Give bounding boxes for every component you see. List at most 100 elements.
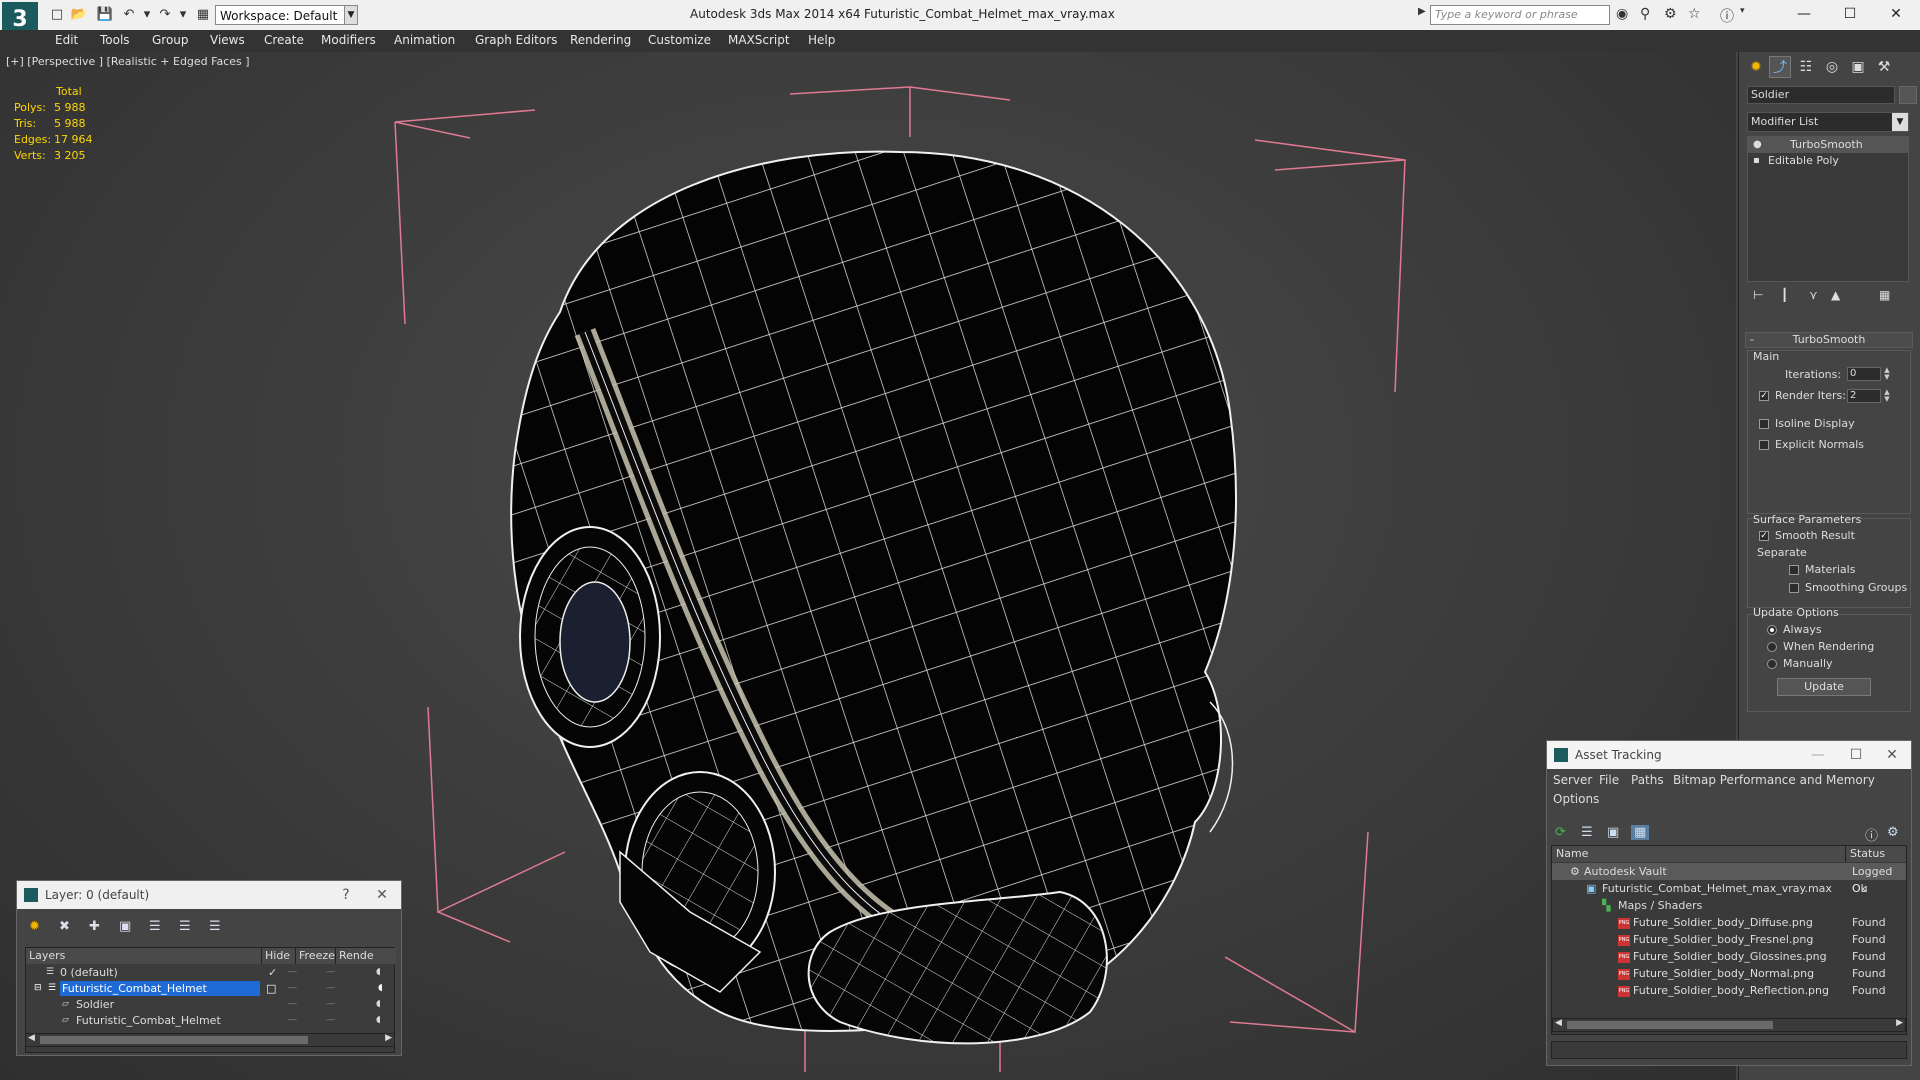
column-header-layers[interactable]: Layers — [26, 948, 262, 964]
settings-icon[interactable]: ⚙ — [1887, 825, 1899, 840]
menu-file[interactable]: File — [1599, 773, 1619, 787]
asset-path-field[interactable] — [1551, 1041, 1907, 1059]
collapse-icon[interactable]: ⊟ — [32, 981, 44, 996]
render-iters-checkbox[interactable]: ✓ — [1759, 391, 1769, 401]
renderable-teapot-icon[interactable]: ◖ — [376, 1013, 381, 1028]
asset-horizontal-scrollbar[interactable]: ◀ ▶ — [1552, 1018, 1906, 1032]
column-header-hide[interactable]: Hide — [262, 948, 296, 964]
scrollbar-thumb[interactable] — [1567, 1021, 1773, 1029]
highlight-selected-icon[interactable]: ☰ — [149, 919, 161, 934]
expand-plus-icon[interactable]: ▪ — [1753, 153, 1760, 169]
isoline-display-checkbox[interactable] — [1759, 419, 1769, 429]
asset-tracking-titlebar[interactable]: Asset Tracking — ☐ ✕ — [1547, 741, 1911, 769]
asset-row[interactable]: PNG Future_Soldier_body_Diffuse.png Found — [1552, 914, 1906, 931]
menu-maxscript[interactable]: MAXScript — [728, 33, 790, 47]
asset-row[interactable]: ⚙ Autodesk Vault Logged Ou — [1552, 863, 1906, 895]
menu-group[interactable]: Group — [152, 33, 189, 47]
modify-tab-icon[interactable]: ⤴ — [1769, 56, 1791, 78]
when-rendering-radio[interactable] — [1767, 642, 1777, 652]
smooth-result-checkbox[interactable]: ✓ — [1759, 531, 1769, 541]
menu-views[interactable]: Views — [210, 33, 245, 47]
layer-row[interactable]: ▱ Soldier — — ◖ — [26, 997, 394, 1012]
menu-tools[interactable]: Tools — [100, 33, 130, 47]
menu-paths[interactable]: Paths — [1631, 773, 1664, 787]
scroll-left-icon[interactable]: ◀ — [1555, 1018, 1562, 1028]
communication-center-icon[interactable]: ⚙ — [1664, 6, 1677, 22]
explicit-normals-checkbox[interactable] — [1759, 440, 1769, 450]
menu-help[interactable]: Help — [808, 33, 835, 47]
undo-icon[interactable]: ↶ — [120, 6, 138, 24]
menu-rendering[interactable]: Rendering — [570, 33, 631, 47]
turbosmooth-rollout-header[interactable]: - TurboSmooth — [1745, 332, 1913, 348]
layer-panel-close-icon[interactable]: ✕ — [367, 881, 397, 909]
hide-all-layers-icon[interactable]: ☰ — [179, 919, 191, 934]
asset-row[interactable]: PNG Future_Soldier_body_Glossines.png Fou… — [1552, 948, 1906, 965]
add-to-layer-icon[interactable]: ✚ — [89, 919, 100, 934]
menu-customize[interactable]: Customize — [648, 33, 711, 47]
configure-modifier-sets-icon[interactable]: ▦ — [1879, 288, 1890, 302]
layer-row[interactable]: ⊟ ☰ Futuristic_Combat_Helmet □ — — ◖ — [26, 981, 394, 996]
asset-row[interactable]: PNG Future_Soldier_body_Fresnel.png Found — [1552, 931, 1906, 948]
stack-item-turbosmooth[interactable]: ● TurboSmooth — [1748, 137, 1908, 153]
manually-radio[interactable] — [1767, 659, 1777, 669]
help-dropdown-icon[interactable]: ▾ — [1740, 6, 1745, 16]
table-view-icon[interactable]: ▦ — [1631, 825, 1650, 840]
renderable-teapot-icon[interactable]: ◖ — [376, 981, 385, 996]
menu-options[interactable]: Options — [1553, 792, 1599, 806]
new-layer-icon[interactable]: ✹ — [29, 919, 40, 934]
binoculars-icon[interactable]: ◉ — [1616, 6, 1628, 22]
column-header-render[interactable]: Rende — [336, 948, 396, 964]
help-button[interactable]: ? — [331, 881, 361, 909]
object-name-field[interactable]: Soldier — [1747, 86, 1895, 104]
stack-item-editable-poly[interactable]: ▪ Editable Poly — [1748, 153, 1908, 169]
iterations-spinner[interactable]: 0 — [1847, 367, 1881, 381]
hierarchy-tab-icon[interactable]: ☷ — [1795, 56, 1817, 78]
display-tab-icon[interactable]: ▣ — [1847, 56, 1869, 78]
column-header-status[interactable]: Status — [1846, 846, 1906, 862]
save-icon[interactable]: 💾 — [96, 6, 114, 24]
layer-panel-titlebar[interactable]: Layer: 0 (default) ? ✕ — [17, 881, 401, 909]
motion-tab-icon[interactable]: ◎ — [1821, 56, 1843, 78]
menu-edit[interactable]: Edit — [55, 33, 78, 47]
layer-horizontal-scrollbar[interactable]: ◀ ▶ — [25, 1033, 395, 1047]
remove-modifier-icon[interactable]: ▲ — [1831, 288, 1840, 302]
utilities-tab-icon[interactable]: ⚒ — [1873, 56, 1895, 78]
workspace-dropdown[interactable]: Workspace: Default — [215, 5, 353, 25]
workspace-dropdown-arrow-icon[interactable]: ▼ — [344, 5, 358, 25]
subscription-key-icon[interactable]: ⚲ — [1640, 6, 1650, 22]
redo-icon[interactable]: ↷ — [156, 6, 174, 24]
menu-animation[interactable]: Animation — [394, 33, 455, 47]
smoothing-groups-checkbox[interactable] — [1789, 583, 1799, 593]
help-icon[interactable]: ⓘ — [1720, 6, 1734, 26]
select-in-layer-icon[interactable]: ▣ — [119, 919, 131, 934]
layer-row[interactable]: ☰ 0 (default) ✓ — — ◖ — [26, 965, 394, 980]
delete-layer-icon[interactable]: ✖ — [59, 919, 70, 934]
project-folder-icon[interactable]: ▦ — [194, 6, 212, 24]
minimize-icon[interactable]: — — [1803, 741, 1833, 769]
menu-graph-editors[interactable]: Graph Editors — [475, 33, 557, 47]
help-icon[interactable]: ⓘ — [1865, 825, 1878, 844]
menu-create[interactable]: Create — [264, 33, 304, 47]
menu-modifiers[interactable]: Modifiers — [321, 33, 376, 47]
refresh-icon[interactable]: ⟳ — [1555, 825, 1566, 840]
list-view-icon[interactable]: ☰ — [1581, 825, 1593, 840]
close-button[interactable]: ✕ — [1874, 2, 1918, 26]
search-input[interactable]: Type a keyword or phrase — [1430, 5, 1610, 25]
renderable-teapot-icon[interactable]: ◖ — [376, 965, 381, 980]
column-header-freeze[interactable]: Freeze — [296, 948, 336, 964]
spinner-arrows-icon[interactable]: ▲ ▼ — [1883, 389, 1891, 403]
active-layer-check-icon[interactable]: ✓ — [268, 965, 277, 980]
spinner-arrows-icon[interactable]: ▲ ▼ — [1883, 367, 1891, 381]
favorites-star-icon[interactable]: ☆ — [1688, 6, 1701, 22]
update-button[interactable]: Update — [1777, 678, 1871, 696]
modifier-list-dropdown[interactable]: Modifier List ▼ — [1747, 112, 1909, 132]
undo-dropdown-icon[interactable]: ▾ — [138, 6, 156, 24]
asset-row[interactable]: ▚ Maps / Shaders — [1552, 897, 1906, 914]
asset-row[interactable]: ▣ Futuristic_Combat_Helmet_max_vray.max … — [1552, 880, 1906, 897]
asset-row[interactable]: PNG Future_Soldier_body_Reflection.png Fo… — [1552, 982, 1906, 999]
always-radio[interactable] — [1767, 625, 1777, 635]
renderable-teapot-icon[interactable]: ◖ — [376, 997, 381, 1012]
asset-row[interactable]: PNG Future_Soldier_body_Normal.png Found — [1552, 965, 1906, 982]
asset-tracking-close-icon[interactable]: ✕ — [1877, 741, 1907, 769]
scroll-right-icon[interactable]: ▶ — [1896, 1018, 1903, 1028]
